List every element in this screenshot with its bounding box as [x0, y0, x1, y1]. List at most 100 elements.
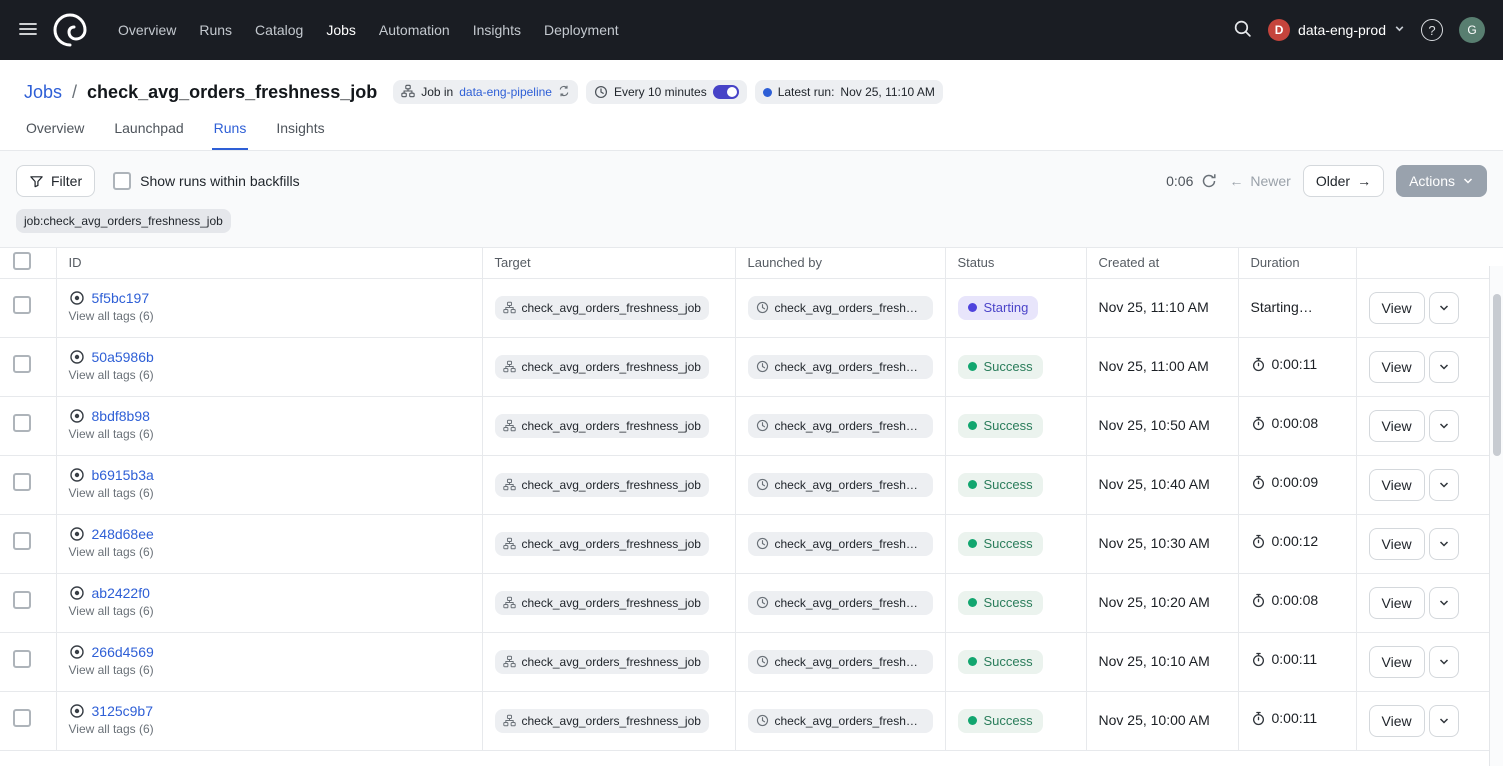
- view-run-dropdown-button[interactable]: [1429, 410, 1459, 442]
- chevron-down-icon: [1394, 21, 1405, 39]
- tab-runs[interactable]: Runs: [212, 120, 249, 150]
- row-checkbox[interactable]: [13, 532, 31, 550]
- breadcrumb-jobs-link[interactable]: Jobs: [24, 82, 62, 103]
- launched-by-chip[interactable]: check_avg_orders_freshn…: [748, 355, 933, 379]
- view-run-button[interactable]: View: [1369, 705, 1425, 737]
- target-chip[interactable]: check_avg_orders_freshness_job: [495, 296, 709, 320]
- search-button[interactable]: [1233, 19, 1252, 41]
- backfills-checkbox[interactable]: [113, 172, 131, 190]
- run-id-link[interactable]: 8bdf8b98: [92, 408, 150, 424]
- hamburger-menu-button[interactable]: [18, 19, 38, 42]
- filter-button[interactable]: Filter: [16, 165, 95, 197]
- select-all-checkbox[interactable]: [13, 252, 31, 270]
- row-checkbox[interactable]: [13, 709, 31, 727]
- older-button[interactable]: Older →: [1303, 165, 1384, 197]
- run-id-link[interactable]: 266d4569: [92, 644, 154, 660]
- view-all-tags-link[interactable]: View all tags (6): [69, 604, 154, 618]
- run-id-link[interactable]: 3125c9b7: [92, 703, 154, 719]
- latest-run-time-link[interactable]: Nov 25, 11:10 AM: [840, 85, 935, 99]
- dagster-logo-icon[interactable]: [52, 12, 88, 48]
- row-checkbox[interactable]: [13, 296, 31, 314]
- created-at: Nov 25, 10:40 AM: [1099, 476, 1210, 492]
- stopwatch-icon: [1251, 416, 1266, 431]
- target-chip[interactable]: check_avg_orders_freshness_job: [495, 532, 709, 556]
- scrollbar-thumb[interactable]: [1493, 294, 1501, 456]
- view-all-tags-link[interactable]: View all tags (6): [69, 722, 154, 736]
- launched-by-chip[interactable]: check_avg_orders_freshn…: [748, 473, 933, 497]
- target-chip[interactable]: check_avg_orders_freshness_job: [495, 591, 709, 615]
- view-all-tags-link[interactable]: View all tags (6): [69, 486, 154, 500]
- run-id-link[interactable]: ab2422f0: [92, 585, 150, 601]
- row-checkbox[interactable]: [13, 591, 31, 609]
- view-run-dropdown-button[interactable]: [1429, 469, 1459, 501]
- created-at: Nov 25, 10:00 AM: [1099, 712, 1210, 728]
- job-icon: [401, 84, 415, 101]
- nav-item-runs[interactable]: Runs: [195, 16, 236, 44]
- view-run-button[interactable]: View: [1369, 410, 1425, 442]
- target-chip[interactable]: check_avg_orders_freshness_job: [495, 473, 709, 497]
- view-all-tags-link[interactable]: View all tags (6): [69, 663, 154, 677]
- view-run-button[interactable]: View: [1369, 646, 1425, 678]
- nav-item-jobs[interactable]: Jobs: [322, 16, 360, 44]
- launched-by-chip[interactable]: check_avg_orders_freshn…: [748, 414, 933, 438]
- target-chip[interactable]: check_avg_orders_freshness_job: [495, 709, 709, 733]
- run-id-link[interactable]: 50a5986b: [92, 349, 154, 365]
- row-checkbox[interactable]: [13, 355, 31, 373]
- view-run-button[interactable]: View: [1369, 351, 1425, 383]
- help-button[interactable]: ?: [1421, 19, 1443, 41]
- col-header-duration: Duration: [1238, 248, 1356, 278]
- view-all-tags-link[interactable]: View all tags (6): [69, 427, 154, 441]
- user-avatar[interactable]: G: [1459, 17, 1485, 43]
- view-all-tags-link[interactable]: View all tags (6): [69, 545, 154, 559]
- top-navbar: Overview Runs Catalog Jobs Automation In…: [0, 0, 1503, 60]
- table-header-row: ID Target Launched by Status Created at …: [0, 248, 1489, 278]
- run-id-link[interactable]: b6915b3a: [92, 467, 154, 483]
- target-chip[interactable]: check_avg_orders_freshness_job: [495, 650, 709, 674]
- deployment-switcher[interactable]: D data-eng-prod: [1268, 19, 1405, 41]
- row-checkbox[interactable]: [13, 473, 31, 491]
- newer-button[interactable]: ← Newer: [1229, 173, 1290, 189]
- code-location-link[interactable]: data-eng-pipeline: [459, 85, 552, 99]
- job-filter-tag[interactable]: job:check_avg_orders_freshness_job: [16, 209, 231, 233]
- row-checkbox[interactable]: [13, 414, 31, 432]
- run-id-link[interactable]: 5f5bc197: [92, 290, 150, 306]
- launched-by-chip[interactable]: check_avg_orders_freshn…: [748, 296, 933, 320]
- view-all-tags-link[interactable]: View all tags (6): [69, 368, 154, 382]
- view-all-tags-link[interactable]: View all tags (6): [69, 309, 154, 323]
- view-run-button[interactable]: View: [1369, 587, 1425, 619]
- nav-item-deployment[interactable]: Deployment: [540, 16, 623, 44]
- view-run-dropdown-button[interactable]: [1429, 528, 1459, 560]
- target-chip[interactable]: check_avg_orders_freshness_job: [495, 355, 709, 379]
- created-at: Nov 25, 10:30 AM: [1099, 535, 1210, 551]
- tab-overview[interactable]: Overview: [24, 120, 86, 150]
- nav-item-catalog[interactable]: Catalog: [251, 16, 307, 44]
- actions-button[interactable]: Actions: [1396, 165, 1487, 197]
- arrow-left-icon: ←: [1229, 173, 1243, 189]
- view-run-button[interactable]: View: [1369, 528, 1425, 560]
- schedule-toggle[interactable]: [713, 85, 739, 99]
- launched-by-chip[interactable]: check_avg_orders_freshn…: [748, 709, 933, 733]
- launched-by-chip[interactable]: check_avg_orders_freshn…: [748, 591, 933, 615]
- tab-insights[interactable]: Insights: [274, 120, 326, 150]
- refresh-button[interactable]: [1201, 173, 1217, 189]
- vertical-scrollbar[interactable]: [1489, 266, 1503, 766]
- view-run-dropdown-button[interactable]: [1429, 705, 1459, 737]
- job-icon: [503, 301, 516, 314]
- run-id-link[interactable]: 248d68ee: [92, 526, 154, 542]
- view-run-button[interactable]: View: [1369, 292, 1425, 324]
- view-run-dropdown-button[interactable]: [1429, 646, 1459, 678]
- view-run-dropdown-button[interactable]: [1429, 587, 1459, 619]
- view-run-button[interactable]: View: [1369, 469, 1425, 501]
- nav-item-automation[interactable]: Automation: [375, 16, 454, 44]
- row-checkbox[interactable]: [13, 650, 31, 668]
- launched-by-chip[interactable]: check_avg_orders_freshn…: [748, 532, 933, 556]
- stopwatch-icon: [1251, 593, 1266, 608]
- nav-item-insights[interactable]: Insights: [469, 16, 525, 44]
- tab-launchpad[interactable]: Launchpad: [112, 120, 185, 150]
- view-run-dropdown-button[interactable]: [1429, 292, 1459, 324]
- nav-item-overview[interactable]: Overview: [114, 16, 180, 44]
- target-chip[interactable]: check_avg_orders_freshness_job: [495, 414, 709, 438]
- view-run-dropdown-button[interactable]: [1429, 351, 1459, 383]
- launched-by-chip[interactable]: check_avg_orders_freshn…: [748, 650, 933, 674]
- status-badge: Success: [958, 709, 1043, 733]
